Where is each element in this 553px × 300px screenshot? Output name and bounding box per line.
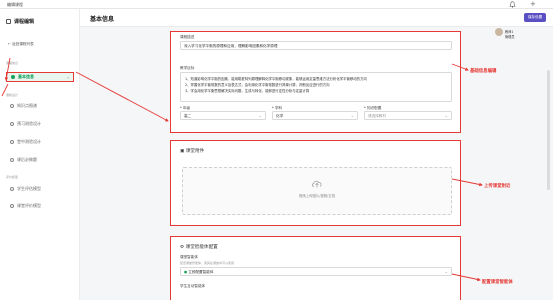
agent-value: 立即配置智能体 xyxy=(188,270,214,274)
sidebar-item-homework[interactable]: 课后必做题 xyxy=(6,155,74,165)
upload-text: 拖拽上传图片/视频/文档 xyxy=(298,194,336,198)
subject-value: 化学 xyxy=(276,114,284,118)
desc-label: 课程描述 xyxy=(180,35,195,39)
group-label-prep: 课前设计 xyxy=(6,93,19,97)
agent-select[interactable]: ● 立即配置智能体 ⌄ xyxy=(180,267,452,276)
bell-icon[interactable] xyxy=(509,1,516,8)
sidebar-header: 课程编辑 xyxy=(6,18,34,25)
grade-select[interactable]: 高二 ⌄ xyxy=(180,111,266,120)
basic-info-card: 课程描述 深入学习化学平衡的原理和应用，理解影响因素和化学原理 教学目标 1、知… xyxy=(170,31,461,133)
group-label-eval: 评价模型 xyxy=(6,175,19,179)
sidebar-item-label: 课堂评价模型 xyxy=(17,203,41,208)
info-icon xyxy=(11,75,15,79)
app-title: 编辑课程 xyxy=(7,2,23,7)
chart-icon xyxy=(10,204,14,208)
sidebar-item-label: 预习测验设计 xyxy=(17,121,41,126)
annotation-basic-info: 基础信息编辑 xyxy=(470,69,497,74)
material-select[interactable]: 请选择教材 ⌄ xyxy=(364,111,452,120)
agent-config-title: ⚙ 课堂智能体配置 xyxy=(180,245,218,250)
user-name: 教师1 管理员 xyxy=(505,30,515,39)
sidebar-item-knowledge-map[interactable]: 知识点图谱 xyxy=(6,101,74,111)
chevron-right-icon: › xyxy=(67,74,69,80)
chevron-down-icon: ⌄ xyxy=(444,269,448,274)
edit-icon xyxy=(6,19,11,24)
group-label-course: 课程信息 xyxy=(6,61,19,65)
quiz-icon xyxy=(10,122,14,126)
material-value: 请选择教材 xyxy=(368,114,386,118)
cloud-upload-icon xyxy=(312,180,322,188)
quiz-icon xyxy=(10,140,14,144)
agent-label: 课堂智能体 xyxy=(180,255,198,259)
upload-dropzone[interactable]: 拖拽上传图片/视频/文档 xyxy=(182,167,452,215)
sidebar-item-label: 基本信息 xyxy=(18,74,34,79)
homework-icon xyxy=(10,158,14,162)
sidebar-item-label: 堂中测验设计 xyxy=(17,139,41,144)
sidebar-item-label: 学生评估模型 xyxy=(17,186,41,191)
map-icon xyxy=(10,104,14,108)
annotation-attachment: 上传课堂附近 xyxy=(484,184,511,189)
sidebar-item-class-model[interactable]: 课堂评价模型 xyxy=(6,201,74,211)
add-icon[interactable]: + xyxy=(530,0,536,8)
desc-input[interactable]: 深入学习化学平衡的原理和应用，理解影响因素和化学原理 xyxy=(180,41,452,50)
back-link[interactable]: ← 返回课程列表 xyxy=(8,42,34,47)
avatar[interactable] xyxy=(495,28,503,36)
scrollbar-thumb[interactable] xyxy=(547,70,550,190)
chevron-down-icon: ⌄ xyxy=(444,113,448,118)
attachment-title: ▣ 课堂附件 xyxy=(180,149,205,154)
scrollbar[interactable] xyxy=(547,30,550,300)
chevron-down-icon: ⌄ xyxy=(258,113,262,118)
bottom-agent-label: 学生互动智能体 xyxy=(180,284,206,288)
sidebar-title: 课程编辑 xyxy=(14,19,35,25)
sidebar-item-label: 知识点图谱 xyxy=(17,103,37,108)
sidebar: 课程编辑 ← 返回课程列表 课程信息 基本信息 › 课前设计 知识点图谱 预习测… xyxy=(0,9,80,300)
sidebar-item-inclass-quiz[interactable]: 堂中测验设计 xyxy=(6,137,74,147)
agent-config-card: ⚙ 课堂智能体配置 课堂智能体 配置课堂智能体，使其在课堂中可以使用 ● 立即配… xyxy=(170,236,461,300)
goal-label: 教学目标 xyxy=(180,66,195,70)
sidebar-item-student-model[interactable]: 学生评估模型 xyxy=(6,184,74,194)
annotation-agent: 配置课堂智能体 xyxy=(482,280,513,285)
agent-hint: 配置课堂智能体，使其在课堂中可以使用 xyxy=(180,261,235,265)
sidebar-item-label: 课后必做题 xyxy=(17,157,37,162)
sidebar-item-basic-info[interactable]: 基本信息 › xyxy=(6,72,74,82)
sidebar-item-preview-quiz[interactable]: 预习测验设计 xyxy=(6,119,74,129)
main-header: 基本信息 保存设置 xyxy=(80,9,553,27)
subject-select[interactable]: 化学 ⌄ xyxy=(272,111,358,120)
chevron-down-icon: ⌄ xyxy=(350,113,354,118)
attachment-card: ▣ 课堂附件 拖拽上传图片/视频/文档 xyxy=(170,140,461,226)
goal-textarea[interactable]: 1、知道影响化学平衡的因素，能用勒夏特列原理解释化学平衡移动现象，能够运用定量思… xyxy=(180,72,452,102)
goal-line: 3、学会用化学平衡思想解决实际问题，生成与转化，能够进行定性分析与定量计算 xyxy=(185,89,310,93)
save-button[interactable]: 保存设置 xyxy=(524,13,546,22)
student-icon xyxy=(10,187,14,191)
grade-value: 高二 xyxy=(184,114,192,118)
page-title: 基本信息 xyxy=(90,16,115,23)
top-bar: 编辑课程 + xyxy=(0,0,553,9)
